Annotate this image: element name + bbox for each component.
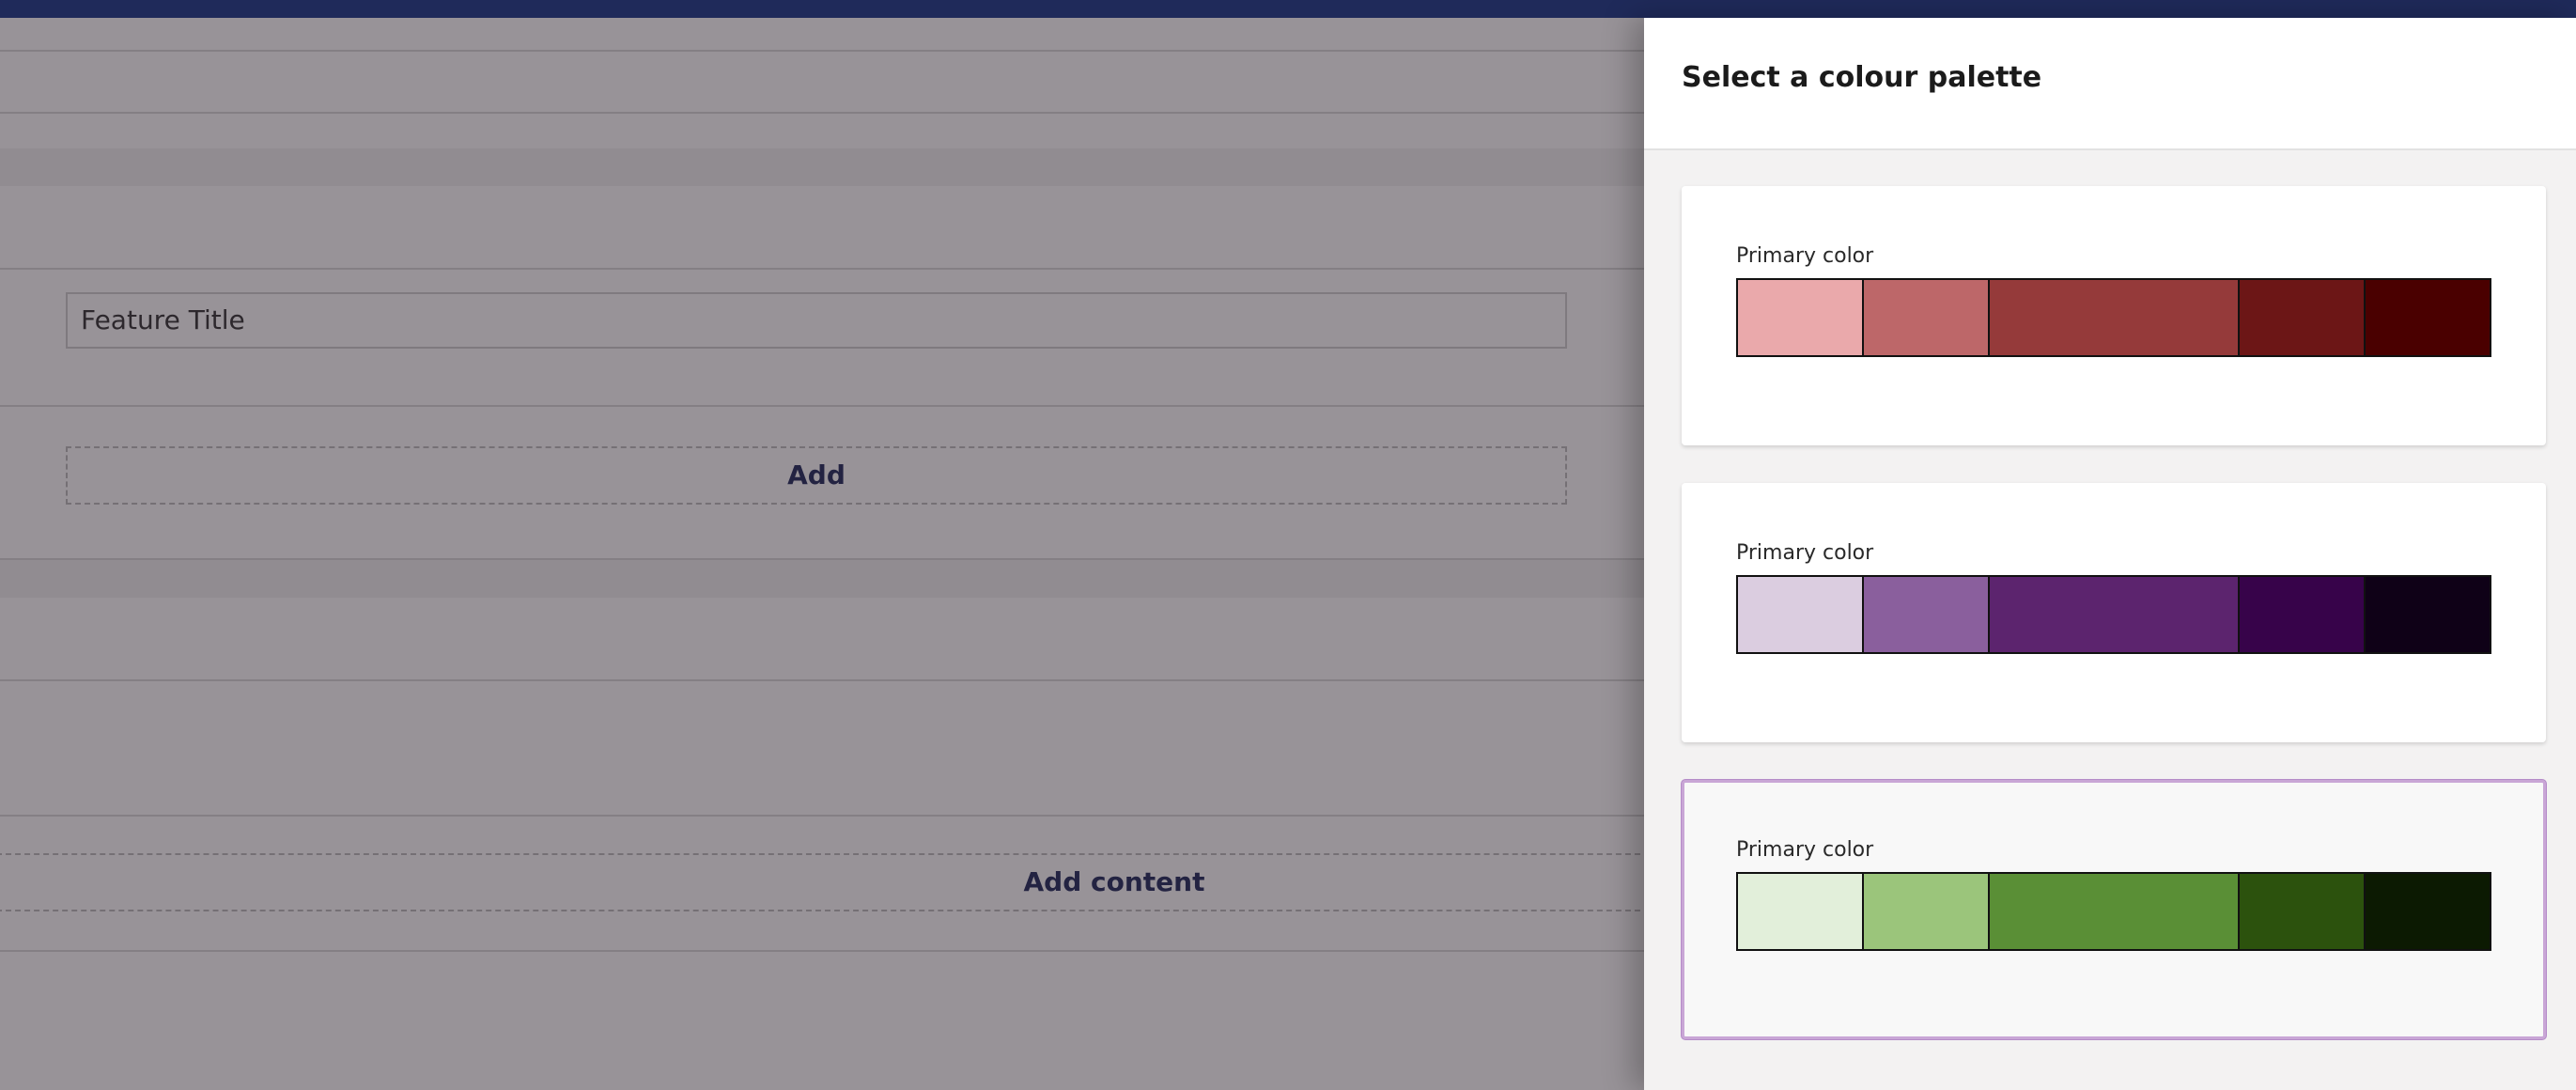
swatch — [1864, 280, 1990, 355]
swatch — [2240, 874, 2366, 949]
swatch — [2240, 280, 2366, 355]
swatch — [2366, 874, 2490, 949]
swatch — [1864, 577, 1990, 652]
palette-swatches — [1736, 278, 2491, 357]
panel-header: Select a colour palette — [1644, 18, 2576, 150]
palette-option-green[interactable]: Primary color — [1682, 780, 2546, 1039]
palette-swatches — [1736, 872, 2491, 951]
swatch — [1864, 874, 1990, 949]
swatch — [1738, 577, 1864, 652]
palette-swatches — [1736, 575, 2491, 654]
palette-label: Primary color — [1736, 541, 1874, 565]
panel-title: Select a colour palette — [1682, 61, 2042, 94]
swatch — [2366, 280, 2490, 355]
swatch — [2366, 577, 2490, 652]
palette-option-purple[interactable]: Primary color — [1682, 483, 2546, 742]
palette-option-red[interactable]: Primary color — [1682, 186, 2546, 445]
palette-label: Primary color — [1736, 838, 1874, 862]
palette-label: Primary color — [1736, 244, 1874, 268]
top-navigation-bar — [0, 0, 2576, 18]
swatch — [1990, 874, 2240, 949]
colour-palette-panel: Select a colour palette Primary color Pr… — [1644, 18, 2576, 1090]
swatch — [1738, 874, 1864, 949]
swatch — [2240, 577, 2366, 652]
swatch — [1990, 577, 2240, 652]
swatch — [1990, 280, 2240, 355]
modal-backdrop[interactable] — [0, 18, 1644, 1090]
swatch — [1738, 280, 1864, 355]
